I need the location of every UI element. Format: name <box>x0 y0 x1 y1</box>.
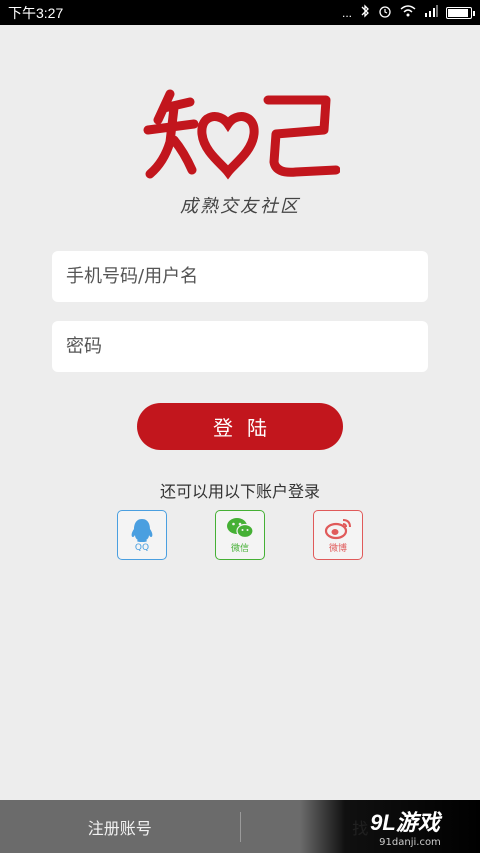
wechat-label: 微信 <box>230 544 249 554</box>
status-time: 下午3:27 <box>8 4 64 21</box>
weibo-login-button[interactable]: 微博 <box>313 510 363 560</box>
battery-fill <box>448 8 468 17</box>
app-slogan: 成熟交友社区 <box>180 196 300 217</box>
username-input[interactable] <box>52 251 428 302</box>
battery-icon <box>446 6 475 19</box>
weibo-label: 微博 <box>328 544 347 554</box>
alarm-icon <box>378 4 392 21</box>
watermark-url: 91danji.com <box>379 837 441 848</box>
alt-login-prompt: 还可以用以下账户登录 <box>159 482 320 501</box>
watermark-overlay: 9L游戏 91danji.com <box>300 800 480 853</box>
weibo-icon <box>324 519 351 540</box>
watermark-logo: 9L游戏 <box>370 810 440 835</box>
cell-signal-icon <box>424 5 438 20</box>
qq-label: QQ <box>134 542 150 553</box>
signal-dots-icon: ... <box>341 5 352 20</box>
password-input[interactable] <box>52 321 428 372</box>
login-button[interactable]: 登陆 <box>137 403 343 450</box>
wechat-icon <box>227 518 254 539</box>
qq-login-button[interactable]: QQ <box>117 510 167 560</box>
app-logo <box>143 89 340 180</box>
wechat-login-button[interactable]: 微信 <box>215 510 265 560</box>
qq-penguin-icon <box>131 518 153 542</box>
wifi-icon <box>400 5 416 20</box>
register-button[interactable]: 注册账号 <box>0 800 240 853</box>
status-icons: ... <box>341 4 475 21</box>
status-bar: 下午3:27 ... <box>0 0 480 25</box>
bluetooth-icon <box>360 4 370 21</box>
